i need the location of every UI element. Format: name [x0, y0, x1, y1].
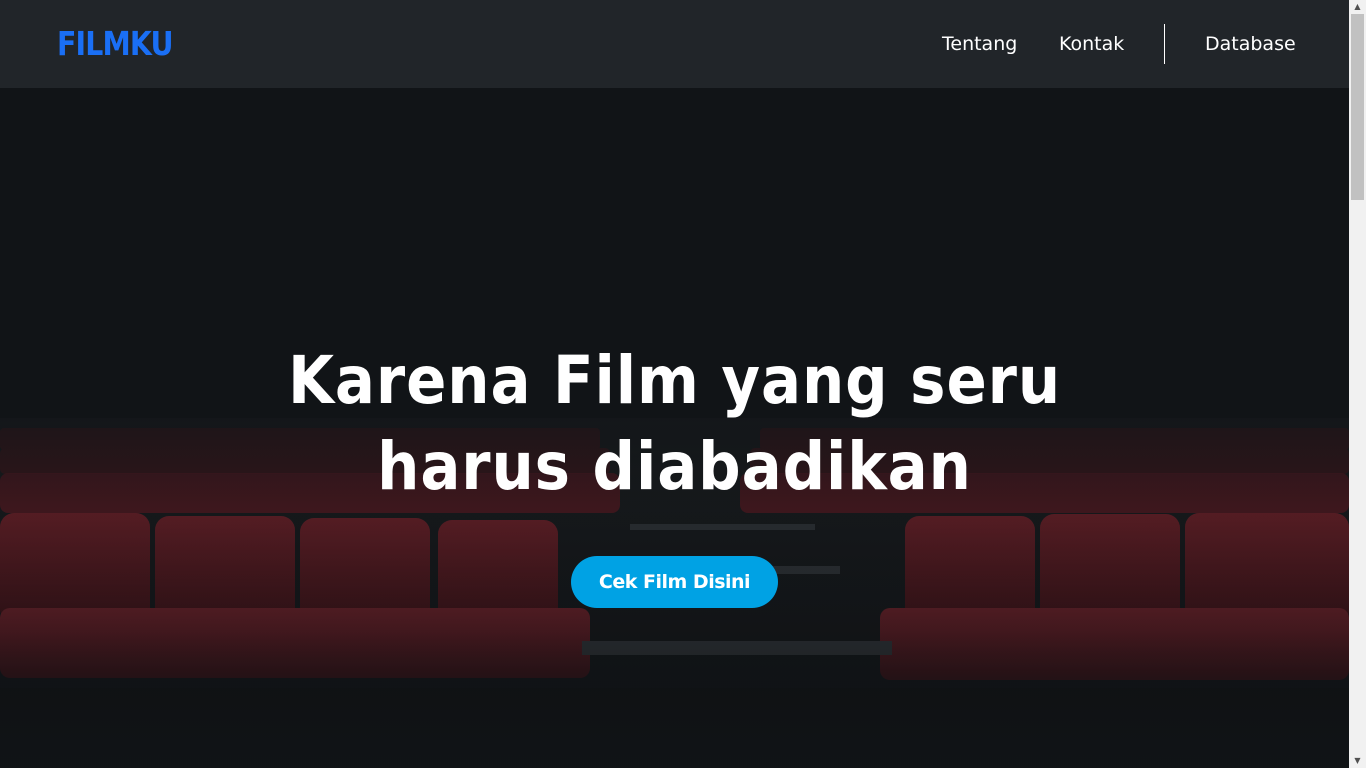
nav-divider — [1164, 24, 1165, 64]
nav-link-tentang[interactable]: Tentang — [942, 30, 1017, 58]
page: FILMKU Tentang Kontak Database Karena Fi… — [0, 0, 1366, 768]
navbar: FILMKU Tentang Kontak Database — [0, 0, 1349, 88]
page-scrollbar[interactable]: ▲ ▼ — [1349, 0, 1366, 768]
cek-film-button[interactable]: Cek Film Disini — [571, 556, 778, 608]
scroll-down-icon[interactable]: ▼ — [1349, 754, 1366, 768]
hero-title: Karena Film yang seru harus diabadikan — [287, 342, 1062, 505]
hero-section: Karena Film yang seru harus diabadikan C… — [0, 88, 1349, 768]
nav-link-database[interactable]: Database — [1205, 30, 1296, 58]
nav-link-kontak[interactable]: Kontak — [1059, 30, 1124, 58]
brand-logo[interactable]: FILMKU — [57, 22, 174, 66]
scrollbar-thumb[interactable] — [1351, 14, 1364, 200]
scroll-up-icon[interactable]: ▲ — [1349, 0, 1366, 14]
